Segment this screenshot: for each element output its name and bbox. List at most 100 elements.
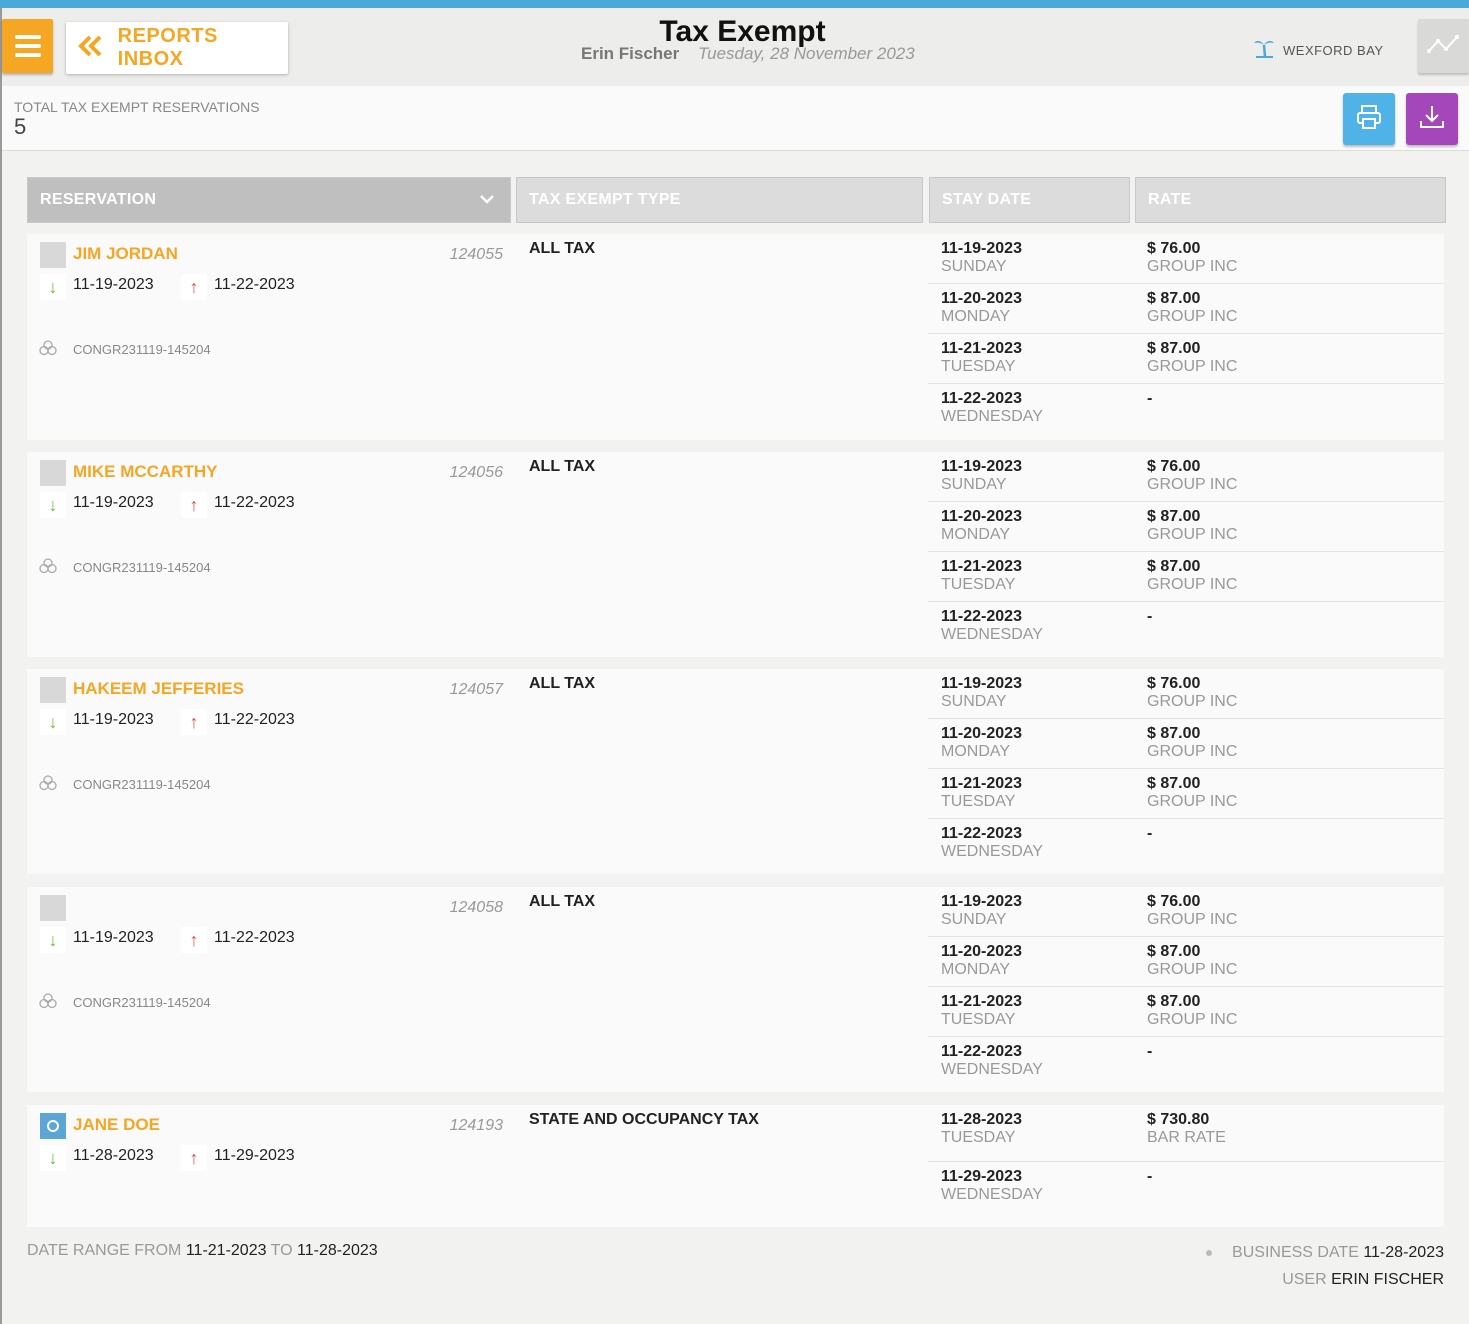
- total-label: TOTAL TAX EXEMPT RESERVATIONS: [14, 99, 260, 115]
- stay-day: TUESDAY: [941, 576, 1016, 593]
- rate-amount: $ 87.00: [1147, 725, 1201, 742]
- stay-day: WEDNESDAY: [941, 1061, 1043, 1078]
- rate-amount: $ 87.00: [1147, 943, 1201, 960]
- guest-name[interactable]: HAKEEM JEFFERIES: [73, 679, 244, 699]
- reservation-row[interactable]: JIM JORDAN 124055 ↓ 11-19-2023 ↑ 11-22-2…: [27, 234, 1444, 440]
- stay-day: MONDAY: [941, 308, 1011, 325]
- rate-code: GROUP INC: [1147, 526, 1238, 543]
- stay-date: 11-19-2023: [941, 240, 1022, 257]
- rate-code: BAR RATE: [1147, 1129, 1226, 1146]
- rate-amount: $ 76.00: [1147, 458, 1201, 475]
- group-code[interactable]: CONGR231119-145204: [73, 777, 211, 792]
- stay-date: 11-29-2023: [941, 1168, 1022, 1185]
- menu-line: [14, 35, 41, 39]
- night-row: 11-19-2023 SUNDAY $ 76.00 GROUP INC: [928, 452, 1444, 502]
- arrival-arrow-icon: ↓: [40, 927, 66, 953]
- print-button[interactable]: [1343, 93, 1395, 145]
- reservation-checkbox[interactable]: [40, 460, 66, 486]
- reservation-row[interactable]: MIKE MCCARTHY 124056 ↓ 11-19-2023 ↑ 11-2…: [27, 452, 1444, 657]
- stay-day: MONDAY: [941, 961, 1011, 978]
- departure-date: 11-22-2023: [214, 276, 295, 293]
- arrival-arrow-icon: ↓: [40, 709, 66, 735]
- rate-code: GROUP INC: [1147, 358, 1238, 375]
- group-code[interactable]: CONGR231119-145204: [73, 342, 211, 357]
- departure-arrow-icon: ↑: [181, 709, 207, 735]
- rate-code: GROUP INC: [1147, 308, 1238, 325]
- departure-date: 11-22-2023: [214, 929, 295, 946]
- night-row: 11-20-2023 MONDAY $ 87.00 GROUP INC: [928, 937, 1444, 987]
- night-row: 11-20-2023 MONDAY $ 87.00 GROUP INC: [928, 502, 1444, 552]
- rate-code: GROUP INC: [1147, 961, 1238, 978]
- stay-day: SUNDAY: [941, 911, 1007, 928]
- stay-day: SUNDAY: [941, 258, 1007, 275]
- rate-amount: -: [1147, 1043, 1153, 1060]
- reservation-checkbox[interactable]: [40, 242, 66, 268]
- guest-name[interactable]: JIM JORDAN: [73, 244, 178, 264]
- column-header-label: RATE: [1148, 191, 1192, 208]
- reservation-number: 124056: [449, 464, 503, 481]
- rate-code: GROUP INC: [1147, 258, 1238, 275]
- night-row: 11-21-2023 TUESDAY $ 87.00 GROUP INC: [928, 552, 1444, 602]
- rate-amount: -: [1147, 825, 1153, 842]
- rate-code: GROUP INC: [1147, 693, 1238, 710]
- arrival-date: 11-19-2023: [73, 494, 154, 511]
- reservation-row[interactable]: JANE DOE 124193 ↓ 11-28-2023 ↑ 11-29-202…: [27, 1105, 1444, 1227]
- hotel-name: WEXFORD BAY: [1283, 43, 1384, 58]
- stay-day: WEDNESDAY: [941, 626, 1043, 643]
- column-header-rate[interactable]: RATE: [1135, 177, 1446, 223]
- stay-date: 11-21-2023: [941, 775, 1022, 792]
- user-label: USER: [1282, 1271, 1327, 1288]
- group-icon: [39, 340, 57, 361]
- reservation-checkbox[interactable]: [40, 677, 66, 703]
- departure-date: 11-22-2023: [214, 711, 295, 728]
- column-header-tax-exempt-type[interactable]: TAX EXEMPT TYPE: [516, 177, 923, 223]
- total-value: 5: [14, 114, 27, 139]
- guest-name[interactable]: MIKE MCCARTHY: [73, 462, 218, 482]
- guest-name[interactable]: JANE DOE: [73, 1115, 160, 1135]
- reservation-row[interactable]: HAKEEM JEFFERIES 124057 ↓ 11-19-2023 ↑ 1…: [27, 669, 1444, 874]
- column-header-reservation[interactable]: RESERVATION: [27, 177, 511, 223]
- hotel-selector[interactable]: WEXFORD BAY: [1253, 37, 1384, 64]
- arrival-arrow-icon: ↓: [40, 492, 66, 518]
- tax-exempt-type: ALL TAX: [529, 240, 596, 257]
- rate-amount: $ 87.00: [1147, 290, 1201, 307]
- date-range-to: 11-28-2023: [297, 1242, 378, 1259]
- reservation-row[interactable]: 124058 ↓ 11-19-2023 ↑ 11-22-2023 CONGR23…: [27, 887, 1444, 1092]
- arrival-date: 11-19-2023: [73, 929, 154, 946]
- stay-date: 11-22-2023: [941, 1043, 1022, 1060]
- top-stripe: [0, 0, 1469, 8]
- rate-code: GROUP INC: [1147, 476, 1238, 493]
- activity-chart-button[interactable]: [1418, 19, 1469, 73]
- reservation-status-icon[interactable]: [40, 1113, 66, 1139]
- reservation-checkbox[interactable]: [40, 895, 66, 921]
- night-row: 11-19-2023 SUNDAY $ 76.00 GROUP INC: [928, 887, 1444, 937]
- rate-amount: $ 730.80: [1147, 1111, 1210, 1128]
- stay-day: WEDNESDAY: [941, 843, 1043, 860]
- group-code[interactable]: CONGR231119-145204: [73, 995, 211, 1010]
- printer-icon: [1355, 103, 1383, 136]
- column-header-label: TAX EXEMPT TYPE: [529, 191, 681, 208]
- night-row: 11-22-2023 WEDNESDAY -: [928, 602, 1444, 657]
- rate-code: GROUP INC: [1147, 911, 1238, 928]
- date-range-to-label: TO: [270, 1242, 293, 1259]
- night-row: 11-21-2023 TUESDAY $ 87.00 GROUP INC: [928, 769, 1444, 819]
- column-header-label: RESERVATION: [40, 191, 157, 208]
- night-row: 11-19-2023 SUNDAY $ 76.00 GROUP INC: [928, 234, 1444, 284]
- night-row: 11-20-2023 MONDAY $ 87.00 GROUP INC: [928, 284, 1444, 334]
- stay-day: MONDAY: [941, 526, 1011, 543]
- column-header-stay-date[interactable]: STAY DATE: [929, 177, 1130, 223]
- hamburger-menu-button[interactable]: [2, 19, 53, 73]
- stay-day: TUESDAY: [941, 358, 1016, 375]
- stay-date: 11-20-2023: [941, 725, 1022, 742]
- group-code[interactable]: CONGR231119-145204: [73, 560, 211, 575]
- arrival-arrow-icon: ↓: [40, 1145, 66, 1171]
- header-date: Tuesday, 28 November 2023: [698, 44, 915, 63]
- rate-amount: -: [1147, 390, 1153, 407]
- departure-date: 11-29-2023: [214, 1147, 295, 1164]
- reports-inbox-button[interactable]: REPORTS INBOX: [66, 22, 288, 74]
- stay-date: 11-22-2023: [941, 390, 1022, 407]
- stay-day: MONDAY: [941, 743, 1011, 760]
- night-row: 11-21-2023 TUESDAY $ 87.00 GROUP INC: [928, 334, 1444, 384]
- download-button[interactable]: [1406, 93, 1458, 145]
- arrival-date: 11-19-2023: [73, 711, 154, 728]
